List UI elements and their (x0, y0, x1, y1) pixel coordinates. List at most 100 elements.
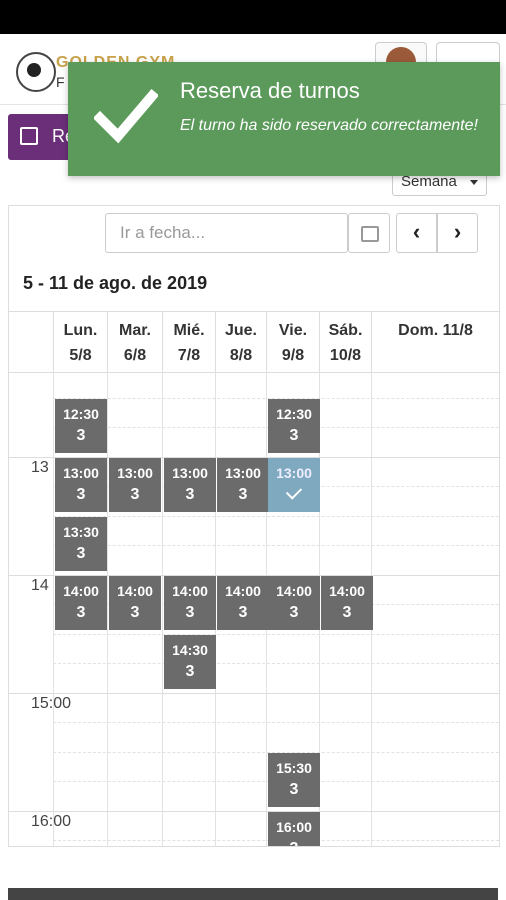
time-slot[interactable]: 12:30 3 (268, 398, 320, 453)
slot-count: 3 (238, 485, 248, 503)
date-input-wrapper (105, 213, 348, 253)
day-header-mie: Mié. 7/8 (162, 312, 215, 372)
time-slot[interactable]: 14:00 3 (268, 575, 320, 630)
day-header-date: 9/8 (281, 347, 305, 364)
check-icon (285, 482, 303, 500)
grid-line (53, 633, 499, 635)
time-slot[interactable]: 16:00 3 (268, 811, 320, 847)
checkmark-icon (94, 88, 158, 144)
time-label: 15:00 (31, 694, 72, 712)
day-header-vie: Vie. 9/8 (266, 312, 319, 372)
slot-count: 3 (130, 485, 140, 503)
day-header-date: 5/8 (69, 347, 92, 364)
calendar-icon (361, 226, 379, 242)
day-header-date: 7/8 (177, 347, 201, 364)
calendar-picker-button[interactable] (348, 213, 390, 253)
slot-time: 13:00 (63, 464, 99, 481)
slot-count: 3 (185, 485, 195, 503)
slot-time: 13:00 (225, 464, 261, 481)
prev-week-button[interactable]: ‹ (396, 213, 437, 253)
grid-line (53, 663, 499, 664)
slot-count: 3 (289, 780, 299, 798)
slot-count: 3 (185, 603, 195, 621)
success-toast[interactable]: Reserva de turnos El turno ha sido reser… (68, 62, 500, 176)
bottom-bar (8, 888, 498, 900)
slot-count: 3 (268, 840, 320, 847)
slot-time: 15:30 (276, 759, 312, 776)
date-range: 5 - 11 de ago. de 2019 (23, 273, 208, 293)
toast-message: El turno ha sido reservado correctamente… (180, 117, 478, 134)
time-slot[interactable]: 14:00 3 (164, 575, 216, 630)
grid-line (9, 692, 499, 694)
time-slot[interactable]: 13:00 3 (55, 457, 107, 512)
time-label: 13 (31, 458, 49, 476)
day-header-jue: Jue. 8/8 (215, 312, 266, 372)
day-header-dom: Dom. 11/8 (371, 312, 499, 372)
day-header-date: 10/8 (329, 347, 362, 364)
toast-title: Reserva de turnos (180, 78, 360, 103)
next-week-button[interactable]: › (437, 213, 478, 253)
slot-count: 3 (76, 426, 86, 444)
time-label: 14 (31, 576, 49, 594)
day-header-name: Mar. (118, 322, 151, 339)
time-slot[interactable]: 13:30 3 (55, 516, 107, 571)
slot-time: 13:30 (63, 523, 99, 540)
logo-subtext: F (56, 74, 65, 90)
calendar-panel: ‹ › 5 - 11 de ago. de 2019 Lun. 5/8 Mar. 6/… (8, 205, 500, 847)
day-header-label: Dom. 11/8 (398, 322, 473, 339)
time-slot[interactable]: 14:00 3 (217, 575, 269, 630)
grid-line (53, 722, 499, 723)
time-slot[interactable]: 13:00 3 (217, 457, 269, 512)
time-label: 16:00 (31, 812, 72, 830)
slot-count: 3 (76, 603, 86, 621)
time-grid: 13 14 15:00 16:00 12:30 3 12:30 3 13:00 3 13:00 3 13… (9, 372, 499, 847)
day-header-lun: Lun. 5/8 (53, 312, 107, 372)
grid-line (53, 515, 499, 517)
slot-count: 3 (185, 662, 195, 680)
slot-count: 3 (76, 485, 86, 503)
day-header-name: Lun. (63, 322, 98, 339)
grid-line (53, 545, 499, 546)
day-header-date: 6/8 (123, 347, 147, 364)
slot-count: 3 (238, 603, 248, 621)
column-divider (53, 372, 54, 846)
day-header-name: Jue. (224, 322, 257, 339)
time-slot[interactable]: 14:00 3 (321, 575, 373, 630)
column-divider (162, 372, 163, 846)
slot-time: 13:00 (276, 464, 312, 481)
status-bar (0, 0, 506, 34)
slot-time: 12:30 (276, 405, 312, 422)
slot-time: 12:30 (63, 405, 99, 422)
grid-line (9, 810, 499, 812)
booked-slot[interactable]: 13:00 (268, 457, 320, 512)
slot-time: 14:00 (225, 582, 261, 599)
column-divider (107, 372, 108, 846)
day-header-sab: Sáb. 10/8 (319, 312, 371, 372)
slot-time: 14:00 (63, 582, 99, 599)
time-slot[interactable]: 13:00 3 (164, 457, 216, 512)
slot-time: 14:30 (172, 641, 208, 658)
time-slot[interactable]: 12:30 3 (55, 398, 107, 453)
slot-time: 14:00 (329, 582, 365, 599)
day-header-row: Lun. 5/8 Mar. 6/8 Mié. 7/8 Jue. 8/8 Vie. 9/8 Sáb. 1… (9, 311, 499, 373)
time-slot[interactable]: 14:00 3 (109, 575, 161, 630)
slot-time: 13:00 (117, 464, 153, 481)
time-slot[interactable]: 14:00 3 (55, 575, 107, 630)
calendar-icon (20, 127, 38, 145)
day-header-name: Vie. (278, 322, 308, 339)
day-header-name: Mié. (173, 322, 205, 339)
slot-time: 14:00 (117, 582, 153, 599)
slot-time: 14:00 (172, 582, 208, 599)
logo-icon[interactable] (16, 52, 56, 92)
caret-down-icon (470, 180, 478, 185)
slot-count: 3 (342, 603, 352, 621)
slot-count: 3 (289, 603, 299, 621)
slot-time: 14:00 (276, 582, 312, 599)
slot-count: 3 (76, 544, 86, 562)
day-header-name: Sáb. (328, 322, 363, 339)
time-slot[interactable]: 14:30 3 (164, 634, 216, 689)
slot-count: 3 (130, 603, 140, 621)
time-slot[interactable]: 13:00 3 (109, 457, 161, 512)
go-to-date-input[interactable] (106, 214, 346, 252)
time-slot[interactable]: 15:30 3 (268, 752, 320, 807)
